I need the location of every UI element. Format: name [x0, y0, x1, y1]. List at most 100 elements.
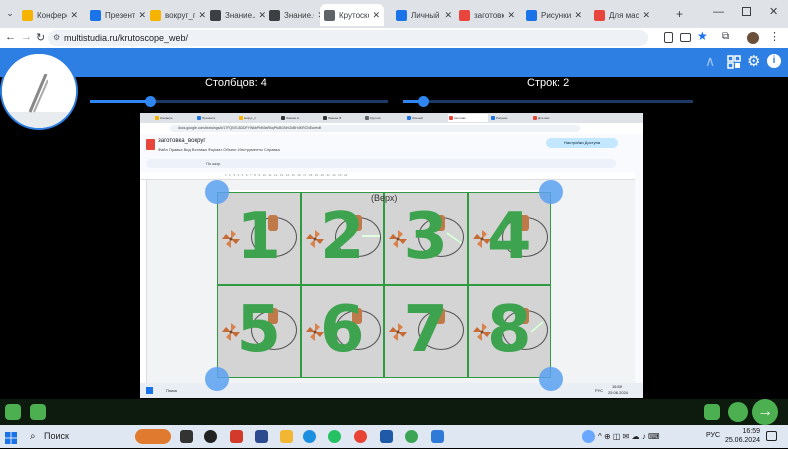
- browser-tab[interactable]: вокруг_пр✕: [146, 4, 210, 26]
- refresh-icon[interactable]: [728, 402, 748, 422]
- grid-icon[interactable]: [704, 404, 720, 420]
- crop-handle-top-left[interactable]: [205, 180, 229, 204]
- tab-close-icon[interactable]: ✕: [444, 10, 452, 21]
- inner-tab: Рисунки: [490, 114, 530, 122]
- browser-tab[interactable]: Знание.Ак✕: [206, 4, 270, 26]
- cast-icon[interactable]: [680, 33, 691, 42]
- crop-handle-bottom-right[interactable]: [539, 367, 563, 391]
- chrome-icon[interactable]: [354, 430, 367, 443]
- crop-handle-top-right[interactable]: [539, 180, 563, 204]
- app-icon-1[interactable]: [204, 430, 217, 443]
- tab-label: Конферен: [37, 10, 67, 20]
- taskbar-decoration: [135, 429, 171, 444]
- crop-handle-bottom-left[interactable]: [205, 367, 229, 391]
- inner-tab-favicon-icon: [491, 116, 495, 120]
- start-icon[interactable]: [5, 431, 17, 444]
- tab-label: Знание.Ф: [284, 10, 314, 20]
- tab-close-icon[interactable]: ✕: [507, 10, 515, 21]
- inner-tab-label: Знание.Ф: [328, 116, 342, 120]
- minimize-button[interactable]: —: [713, 6, 724, 18]
- rows-slider-track[interactable]: [403, 100, 693, 103]
- url-text: multistudia.ru/krutoscope_web/: [64, 33, 189, 43]
- inner-tab-label: Для мас: [538, 116, 550, 120]
- inner-tab-favicon-icon: [239, 116, 243, 120]
- tab-favicon-icon: [269, 9, 280, 21]
- grid-cell: 8: [467, 285, 551, 378]
- app-icon-2[interactable]: [230, 430, 243, 443]
- image-icon[interactable]: [5, 404, 21, 420]
- app-icon-5[interactable]: [405, 430, 418, 443]
- back-icon[interactable]: ←: [5, 31, 16, 43]
- tab-favicon-icon: [150, 9, 161, 21]
- extensions-icon[interactable]: ⧉: [722, 31, 729, 42]
- browser-tab[interactable]: Рисунки ✕: [522, 4, 586, 26]
- app-icon-6[interactable]: [431, 430, 444, 443]
- browser-tab[interactable]: заготовка✕: [455, 4, 519, 26]
- profile-avatar[interactable]: [747, 32, 759, 44]
- notification-icon[interactable]: [766, 431, 777, 441]
- inner-address-row: docs.google.com/drawings/d/17FQN7L8DDFYW…: [140, 123, 643, 134]
- inner-clock-date: 25.06.2024: [608, 390, 629, 395]
- columns-slider-handle[interactable]: [145, 96, 156, 107]
- tab-label: Крутоскоп: [339, 10, 369, 20]
- tray-icons[interactable]: ^ ⊕ ◫ ✉ ☁ ♪ ⌨: [598, 432, 660, 441]
- tab-close-icon[interactable]: ✕: [372, 10, 380, 21]
- tab-close-icon[interactable]: ✕: [138, 10, 146, 21]
- arrow-right-icon[interactable]: →: [752, 399, 778, 425]
- close-window-button[interactable]: ✕: [769, 5, 778, 18]
- language-indicator[interactable]: РУС: [706, 432, 720, 439]
- clipboard-icon[interactable]: [664, 32, 673, 43]
- reload-icon[interactable]: ↻: [36, 31, 45, 44]
- forward-icon[interactable]: →: [21, 31, 32, 43]
- inner-tab-favicon-icon: [365, 116, 369, 120]
- app-icon-4[interactable]: [380, 430, 393, 443]
- task-view-icon[interactable]: [180, 430, 193, 443]
- app-top-bar: ∧ ⚙ i: [0, 48, 788, 77]
- tab-close-icon[interactable]: ✕: [70, 10, 78, 21]
- browser-tab[interactable]: Крутоскоп✕: [320, 4, 384, 26]
- browser-tab-strip: ⌄ Конферен✕Презентат✕вокруг_пр✕Знание.Ак…: [0, 0, 788, 28]
- file-explorer-icon[interactable]: [280, 430, 293, 443]
- info-icon[interactable]: i: [767, 54, 781, 68]
- tab-favicon-icon: [324, 9, 335, 21]
- app-icon-3[interactable]: [255, 430, 268, 443]
- taskbar-search[interactable]: ⌕ Поиск: [26, 428, 146, 445]
- maximize-button[interactable]: [742, 7, 751, 16]
- bookmark-star-icon[interactable]: ★: [697, 29, 708, 43]
- chevron-up-icon[interactable]: ∧: [705, 53, 715, 70]
- grid-cell: 5: [217, 285, 301, 378]
- browser-menu-icon[interactable]: ⋮: [769, 30, 780, 43]
- tab-close-icon[interactable]: ✕: [642, 10, 650, 21]
- whatsapp-icon[interactable]: [328, 430, 341, 443]
- site-info-icon[interactable]: ⚙: [53, 30, 60, 46]
- browser-tab[interactable]: Для масте✕: [590, 4, 654, 26]
- skype-icon[interactable]: [303, 430, 316, 443]
- inner-lang: РУС: [595, 388, 604, 393]
- browser-toolbar: ← → ↻ ⚙ multistudia.ru/krutoscope_web/ ★…: [0, 28, 788, 48]
- slide-caption: (Верх): [371, 193, 398, 203]
- address-bar[interactable]: ⚙ multistudia.ru/krutoscope_web/: [48, 30, 648, 46]
- taskbar-clock[interactable]: 16:59 25.06.2024: [724, 427, 760, 445]
- tab-label: заготовка: [474, 10, 505, 20]
- inner-tab-label: Рисунки: [496, 116, 508, 120]
- gear-icon[interactable]: ⚙: [747, 52, 760, 70]
- inner-tab-label: вокруг_п: [244, 116, 257, 120]
- grid-icon[interactable]: [727, 55, 741, 69]
- inner-tab-favicon-icon: [407, 116, 411, 120]
- grid-cell: 4: [467, 192, 551, 285]
- tab-search-icon[interactable]: ⌄: [4, 8, 16, 20]
- new-tab-button[interactable]: +: [676, 7, 683, 21]
- browser-tab[interactable]: Презентат✕: [86, 4, 150, 26]
- browser-tab[interactable]: Конферен✕: [18, 4, 82, 26]
- inner-share-button: Настройки Доступа: [546, 138, 618, 148]
- tab-close-icon[interactable]: ✕: [574, 10, 582, 21]
- inner-tab-favicon-icon: [281, 116, 285, 120]
- weather-icon[interactable]: [582, 430, 595, 443]
- cell-number: 1: [236, 200, 282, 274]
- inner-tab: Знание.А: [280, 114, 320, 122]
- rows-slider-handle[interactable]: [418, 96, 429, 107]
- tab-close-icon[interactable]: ✕: [198, 10, 206, 21]
- clipboard-icon[interactable]: [30, 404, 46, 420]
- inner-tab-label: Презента: [202, 116, 216, 120]
- browser-tab[interactable]: Личный ✕: [392, 4, 456, 26]
